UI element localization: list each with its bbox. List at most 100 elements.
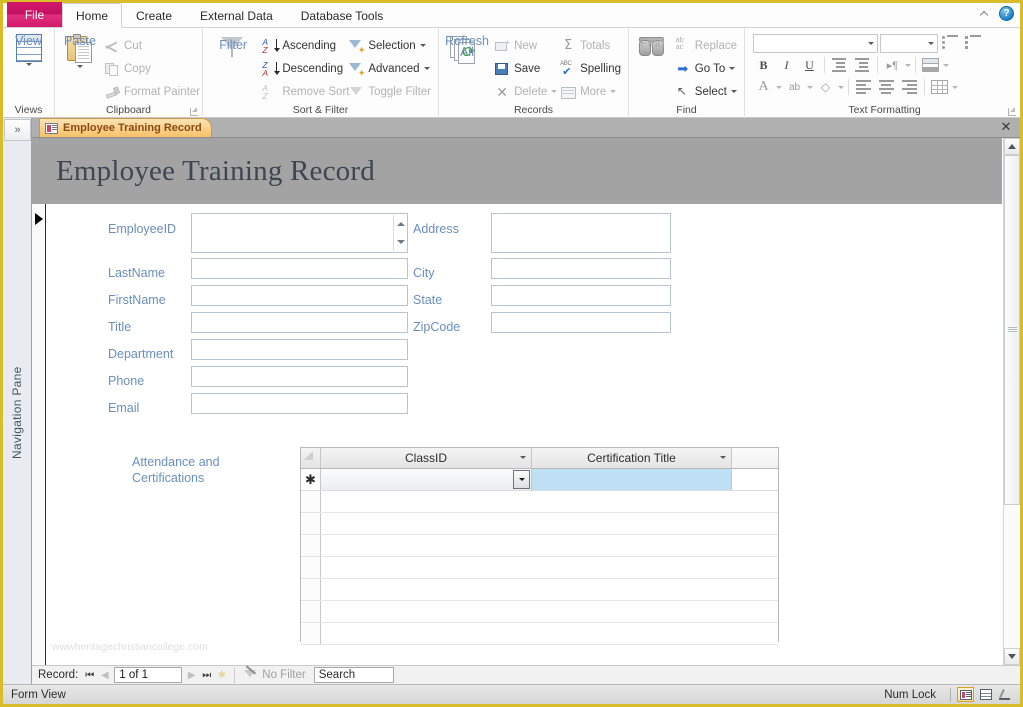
align-center-button[interactable] [876,77,897,97]
sort-descending-button[interactable]: ZA Descending [259,58,343,79]
replace-button[interactable]: Replace [672,35,740,56]
form-vertical-scrollbar[interactable] [1003,138,1020,665]
more-button[interactable]: More [557,81,624,102]
field-department[interactable] [191,339,408,360]
document-tab-employee-training-record[interactable]: Employee Training Record [39,118,212,137]
chevron-down-icon[interactable] [423,67,430,70]
chevron-down-icon[interactable] [419,44,426,47]
chevron-down-icon[interactable] [868,41,874,45]
chevron-down-icon[interactable] [905,63,911,67]
scroll-thumb[interactable] [1004,155,1020,505]
numbered-list-button[interactable] [963,33,984,53]
gridlines-button[interactable] [929,77,950,97]
paste-button[interactable]: Paste [64,33,96,68]
alternate-row-color-button[interactable] [920,55,941,75]
align-right-button[interactable] [899,77,920,97]
field-state[interactable] [491,285,671,306]
chevron-down-icon[interactable] [928,41,934,45]
font-size-combo[interactable] [880,33,938,53]
cell-classid-new[interactable] [321,469,532,490]
selection-button[interactable]: Selection [345,35,434,56]
field-email[interactable] [191,393,408,414]
navigation-pane[interactable]: » Navigation Pane [3,118,32,684]
column-header-certification-title[interactable]: Certification Title [532,448,732,468]
spinner-down-icon[interactable] [394,233,406,251]
new-record-nav-button[interactable]: ✱ [214,667,229,684]
font-color-button[interactable]: A [753,77,774,97]
save-record-button[interactable]: Save [491,58,557,79]
font-name-combo[interactable] [753,33,878,53]
chevron-down-icon[interactable] [776,85,782,89]
toggle-filter-button[interactable]: Toggle Filter [345,81,434,102]
advanced-button[interactable]: Advanced [345,58,434,79]
form-view-button[interactable] [957,687,974,702]
chevron-down-icon[interactable] [77,65,83,68]
filter-status-button[interactable]: No Filter [240,669,309,682]
layout-view-button[interactable] [977,687,994,702]
scroll-down-button[interactable] [1004,648,1020,665]
subform-attendance-certifications[interactable]: ClassID Certification Title ✱ [300,447,779,645]
record-selector[interactable] [32,204,46,665]
tab-home[interactable]: Home [62,3,123,28]
totals-button[interactable]: Σ Totals [557,35,624,56]
field-phone[interactable] [191,366,408,387]
expand-navigation-pane-button[interactable]: » [3,119,31,141]
field-lastname[interactable] [191,258,408,279]
next-record-button[interactable]: ▶ [184,667,199,684]
chevron-down-icon[interactable] [730,90,737,93]
datasheet-select-all-corner[interactable] [301,448,321,468]
remove-sort-button[interactable]: AZ Remove Sort [259,81,349,102]
scroll-track[interactable] [1004,155,1020,648]
clipboard-dialog-launcher[interactable] [189,107,199,117]
help-icon[interactable]: ? [999,6,1014,21]
decrease-indent-button[interactable] [829,55,850,75]
chevron-down-icon[interactable] [729,67,736,70]
cell-certification-title-new[interactable] [532,469,732,490]
column-header-classid[interactable]: ClassID [321,448,532,468]
field-address[interactable] [491,213,671,253]
datasheet-new-record-row[interactable]: ✱ [301,469,778,491]
chevron-down-icon[interactable] [720,456,726,459]
chevron-down-icon[interactable] [25,63,32,66]
align-left-button[interactable] [853,77,874,97]
classid-dropdown-button[interactable] [513,470,530,489]
chevron-down-icon[interactable] [838,85,844,89]
chevron-down-icon[interactable] [520,456,526,459]
text-highlight-button[interactable]: ab [784,77,805,97]
find-button[interactable]: Find [633,33,672,60]
cut-button[interactable]: Cut [101,35,203,56]
previous-record-button[interactable]: ◀ [97,667,112,684]
sort-ascending-button[interactable]: AZ Ascending [259,35,343,56]
chevron-down-icon[interactable] [610,90,617,93]
first-record-button[interactable]: ⏮ [82,667,97,684]
field-employeeid[interactable] [191,213,408,253]
scroll-up-button[interactable] [1004,138,1020,155]
chevron-down-icon[interactable] [807,85,813,89]
new-record-marker[interactable]: ✱ [301,469,321,490]
text-formatting-dialog-launcher[interactable] [1007,107,1017,117]
field-city[interactable] [491,258,671,279]
copy-button[interactable]: Copy [101,58,203,79]
view-button[interactable]: View [7,33,50,66]
tab-file[interactable]: File [7,2,62,27]
underline-button[interactable]: U [799,55,820,75]
format-painter-button[interactable]: Format Painter [101,81,203,102]
new-record-button[interactable]: ✦ New [491,35,557,56]
field-firstname[interactable] [191,285,408,306]
chevron-down-icon[interactable] [952,85,958,89]
filter-button[interactable]: Filter [211,33,255,60]
tab-create[interactable]: Create [122,3,186,27]
go-to-button[interactable]: ➡ Go To [672,58,740,79]
tab-database-tools[interactable]: Database Tools [287,3,398,27]
record-search-input[interactable]: Search [313,667,394,683]
field-zipcode[interactable] [491,312,671,333]
delete-record-button[interactable]: ✕ Delete [491,81,558,102]
tab-external-data[interactable]: External Data [186,3,287,27]
field-title[interactable] [191,312,408,333]
bulleted-list-button[interactable] [940,33,961,53]
last-record-button[interactable]: ⏭ [199,667,214,684]
text-direction-button[interactable]: ▸¶ [882,55,903,75]
chevron-down-icon[interactable] [943,63,949,67]
close-document-icon[interactable]: ✕ [999,120,1013,134]
spelling-button[interactable]: Spelling [557,58,624,79]
